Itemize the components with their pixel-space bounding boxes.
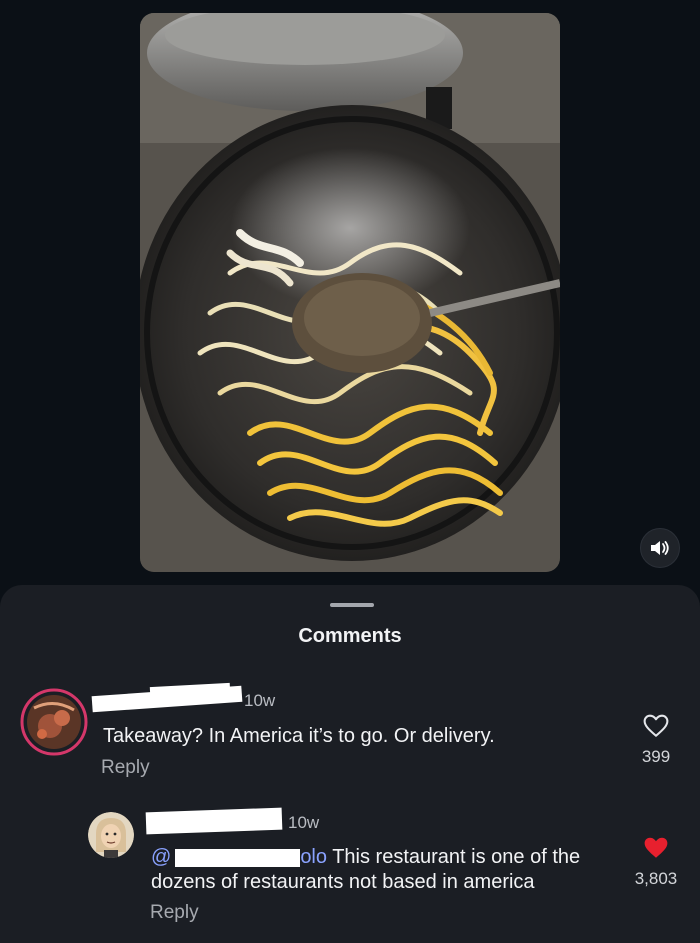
reply-button[interactable]: Reply: [101, 757, 150, 779]
avatar-image: [20, 688, 88, 756]
video-frame: [140, 13, 560, 572]
heart-outline-icon: [643, 714, 669, 737]
avatar-image: [88, 812, 134, 858]
comments-title: Comments: [298, 625, 402, 647]
like-button[interactable]: 399: [626, 714, 686, 767]
heart-filled-icon: [644, 837, 668, 858]
username-redaction: [145, 807, 283, 835]
comment-timestamp: 10w: [244, 691, 276, 710]
reply-button[interactable]: Reply: [150, 902, 199, 924]
comment-text-line2: dozens of restaurants not based in ameri…: [151, 871, 535, 893]
mention-tail[interactable]: olo: [300, 846, 327, 868]
comment-text: Takeaway? In America it’s to go. Or deli…: [103, 725, 495, 747]
like-button[interactable]: 3,803: [626, 836, 686, 889]
like-count: 399: [641, 747, 671, 766]
mention-redaction: [175, 848, 301, 867]
avatar[interactable]: [20, 688, 88, 756]
comment-text-line1: This restaurant is one of the: [332, 846, 581, 868]
video-player[interactable]: [140, 13, 560, 572]
avatar[interactable]: [88, 812, 134, 858]
like-count: 3,803: [634, 869, 678, 888]
drag-handle[interactable]: [330, 603, 374, 607]
mute-button[interactable]: [640, 528, 680, 568]
mention-prefix[interactable]: @: [151, 846, 171, 868]
comment-timestamp: 10w: [288, 813, 320, 832]
comment-text: @ olo This restaurant is one of the dozen…: [151, 845, 621, 895]
speaker-icon: [651, 541, 669, 555]
comments-sheet: Comments 10w Takeaway? In America it’s t…: [0, 585, 700, 943]
